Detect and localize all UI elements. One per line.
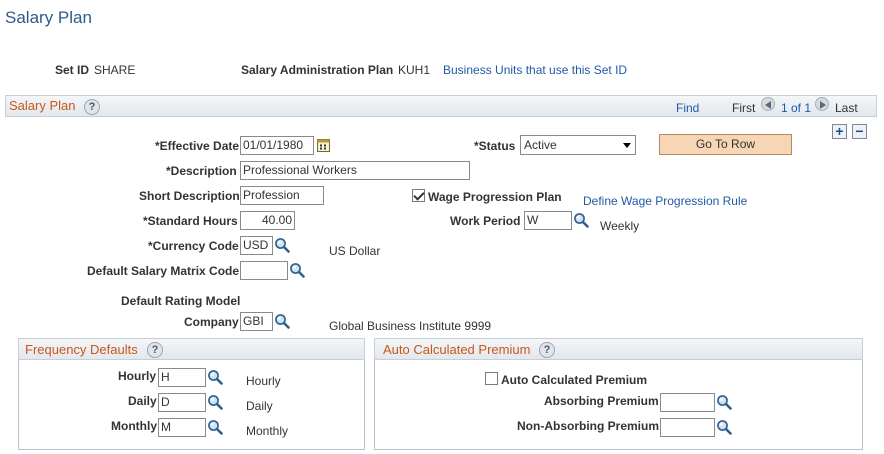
work-period-input[interactable]: W [524, 211, 572, 230]
find-link[interactable]: Find [676, 101, 699, 115]
salary-plan-label: Salary Administration Plan [241, 63, 394, 77]
monthly-label: Monthly [111, 419, 157, 433]
auto-premium-help-icon[interactable]: ? [539, 342, 555, 358]
company-description: Global Business Institute 9999 [329, 319, 492, 333]
currency-code-input[interactable]: USD [240, 236, 273, 255]
status-label: *Status [474, 139, 516, 153]
add-row-plus-icon[interactable]: + [832, 124, 847, 139]
non-absorbing-premium-input[interactable] [660, 418, 715, 437]
monthly-lookup-magnifier-icon[interactable] [207, 419, 223, 435]
first-link[interactable]: First [732, 101, 755, 115]
define-wage-progression-link[interactable]: Define Wage Progression Rule [583, 194, 747, 208]
description-input[interactable]: Professional Workers [240, 161, 470, 180]
absorbing-premium-input[interactable] [660, 393, 715, 412]
short-description-label: Short Description [139, 189, 240, 203]
non-absorbing-premium-label: Non-Absorbing Premium [517, 419, 660, 433]
daily-lookup-magnifier-icon[interactable] [207, 394, 223, 410]
salary-matrix-lookup-magnifier-icon[interactable] [289, 262, 305, 278]
default-rating-model-label: Default Rating Model [121, 294, 241, 308]
status-selected-value: Active [524, 138, 557, 152]
currency-lookup-magnifier-icon[interactable] [274, 237, 290, 253]
company-input[interactable]: GBI [240, 312, 273, 331]
calendar-icon[interactable] [317, 138, 330, 152]
company-label: Company [184, 315, 239, 329]
wage-progression-label: Wage Progression Plan [428, 190, 562, 204]
short-description-input[interactable]: Profession [240, 186, 324, 205]
row-range: 1 of 1 [781, 101, 812, 115]
salary-matrix-input[interactable] [240, 261, 288, 280]
daily-input[interactable]: D [158, 393, 206, 412]
setid-value: SHARE [94, 63, 136, 77]
non-absorbing-lookup-magnifier-icon[interactable] [716, 419, 732, 435]
next-row-icon[interactable] [815, 97, 829, 111]
work-period-lookup-magnifier-icon[interactable] [573, 212, 589, 228]
previous-row-icon[interactable] [761, 97, 775, 111]
auto-calculated-premium-checkbox[interactable] [485, 372, 498, 385]
chevron-down-icon [623, 143, 631, 148]
daily-label: Daily [128, 394, 157, 408]
description-label: *Description [166, 164, 237, 178]
go-to-row-button[interactable]: Go To Row [659, 134, 792, 155]
delete-row-minus-icon[interactable]: − [852, 124, 867, 139]
section-title: Salary Plan [9, 98, 76, 113]
frequency-help-icon[interactable]: ? [147, 342, 163, 358]
hourly-description: Hourly [246, 374, 281, 388]
auto-calculated-premium-label: Auto Calculated Premium [501, 373, 648, 387]
currency-description: US Dollar [329, 244, 381, 258]
salary-matrix-label: Default Salary Matrix Code [87, 264, 240, 278]
salary-plan-value: KUH1 [398, 63, 431, 77]
setid-label: Set ID [55, 63, 90, 77]
standard-hours-label: *Standard Hours [143, 214, 238, 228]
wage-progression-checkbox[interactable] [412, 189, 425, 202]
currency-code-label: *Currency Code [148, 239, 239, 253]
work-period-description: Weekly [600, 219, 640, 233]
company-lookup-magnifier-icon[interactable] [274, 313, 290, 329]
hourly-input[interactable]: H [158, 368, 206, 387]
effective-date-input[interactable]: 01/01/1980 [240, 136, 314, 155]
frequency-defaults-title: Frequency Defaults [25, 342, 138, 357]
hourly-label: Hourly [118, 369, 157, 383]
help-icon[interactable]: ? [84, 99, 100, 115]
absorbing-premium-label: Absorbing Premium [544, 394, 659, 408]
daily-description: Daily [246, 399, 273, 413]
business-units-link[interactable]: Business Units that use this Set ID [443, 63, 627, 77]
effective-date-label: *Effective Date [155, 139, 240, 153]
page-title: Salary Plan [5, 8, 92, 27]
last-link[interactable]: Last [835, 101, 858, 115]
hourly-lookup-magnifier-icon[interactable] [207, 369, 223, 385]
standard-hours-input[interactable]: 40.00 [240, 211, 295, 230]
status-select[interactable]: Active [520, 135, 636, 155]
monthly-input[interactable]: M [158, 418, 206, 437]
absorbing-lookup-magnifier-icon[interactable] [716, 394, 732, 410]
auto-calculated-premium-title: Auto Calculated Premium [383, 342, 531, 357]
monthly-description: Monthly [246, 424, 289, 438]
work-period-label: Work Period [450, 214, 521, 228]
